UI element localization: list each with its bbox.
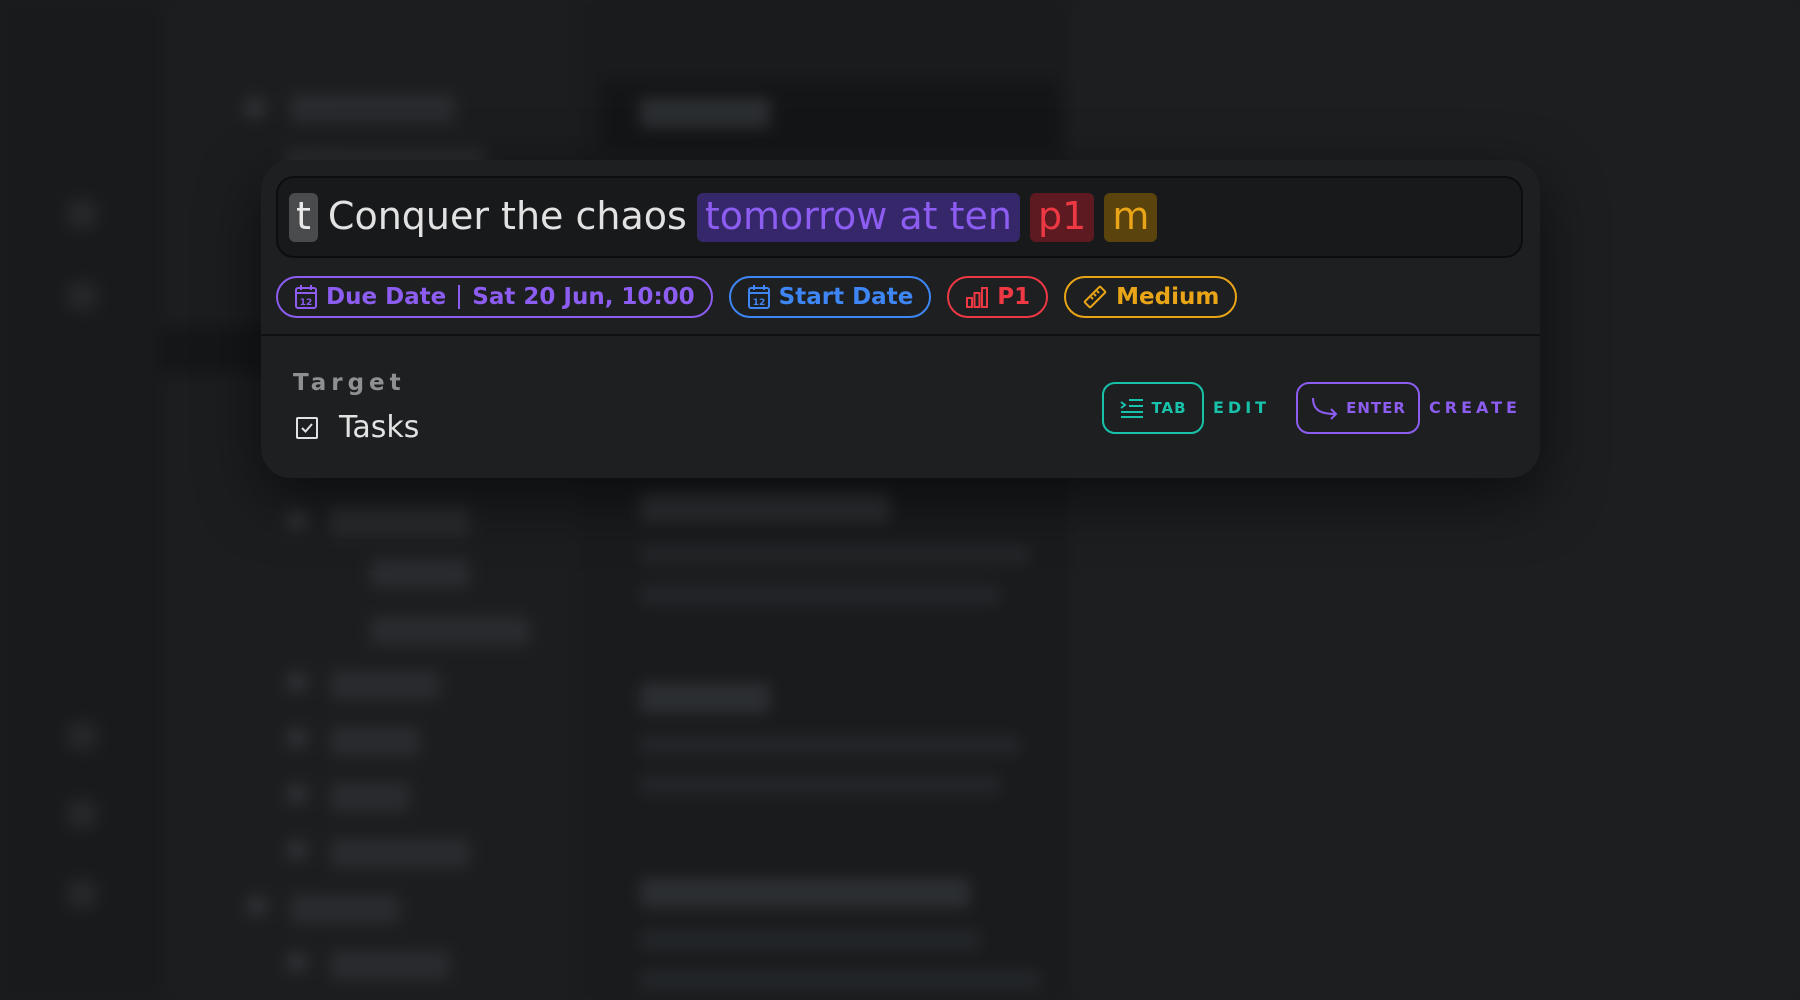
svg-text:12: 12: [752, 298, 765, 308]
checkbox-checked-icon[interactable]: [295, 416, 319, 440]
bar-chart-icon: [966, 287, 989, 308]
tab-key-label: TAB: [1151, 399, 1187, 417]
chip-separator: [458, 285, 461, 309]
quick-add-dialog: t Conquer the chaos tomorrow at ten p1 m…: [261, 160, 1540, 478]
due-date-chip[interactable]: 12 Due Date Sat 20 Jun, 10:00: [276, 276, 713, 318]
svg-text:12: 12: [300, 298, 313, 308]
tab-shortcut-button[interactable]: TAB: [1102, 382, 1204, 434]
effort-chip[interactable]: Medium: [1064, 276, 1238, 318]
enter-arrow-icon: [1312, 397, 1338, 420]
enter-key-label: ENTER: [1346, 399, 1406, 417]
background-sidebar: [155, 0, 570, 1000]
background-rail: [0, 0, 165, 1000]
target-heading: Target: [293, 370, 406, 396]
due-date-value: Sat 20 Jun, 10:00: [472, 284, 695, 310]
trigger-token: t: [289, 192, 318, 242]
due-date-label: Due Date: [326, 284, 447, 310]
background-detail: [1070, 0, 1800, 1000]
priority-chip[interactable]: P1: [947, 276, 1049, 318]
size-token: m: [1104, 192, 1158, 242]
calendar-icon: 12: [295, 285, 317, 309]
background-list: [580, 0, 1070, 1000]
indent-icon: [1120, 399, 1144, 418]
target-option-label: Tasks: [339, 410, 420, 445]
background-app: [0, 0, 1800, 1000]
create-caption: CREATE: [1429, 398, 1521, 417]
effort-label: Medium: [1116, 284, 1220, 310]
enter-shortcut-button[interactable]: ENTER: [1296, 382, 1420, 434]
target-option-tasks[interactable]: Tasks: [295, 410, 419, 445]
start-date-chip[interactable]: 12 Start Date: [728, 276, 932, 318]
calendar-icon: 12: [747, 285, 770, 309]
task-title-text: Conquer the chaos: [327, 193, 687, 238]
start-date-label: Start Date: [778, 284, 914, 310]
priority-token: p1: [1030, 192, 1095, 242]
ruler-icon: [1083, 285, 1107, 309]
task-input[interactable]: t Conquer the chaos tomorrow at ten p1 m: [276, 176, 1523, 258]
priority-label: P1: [997, 284, 1031, 310]
edit-caption: EDIT: [1213, 398, 1271, 417]
property-chips: 12 Due Date Sat 20 Jun, 10:00 12 Start D…: [276, 276, 1238, 318]
divider: [261, 334, 1540, 336]
date-token: tomorrow at ten: [696, 192, 1021, 242]
